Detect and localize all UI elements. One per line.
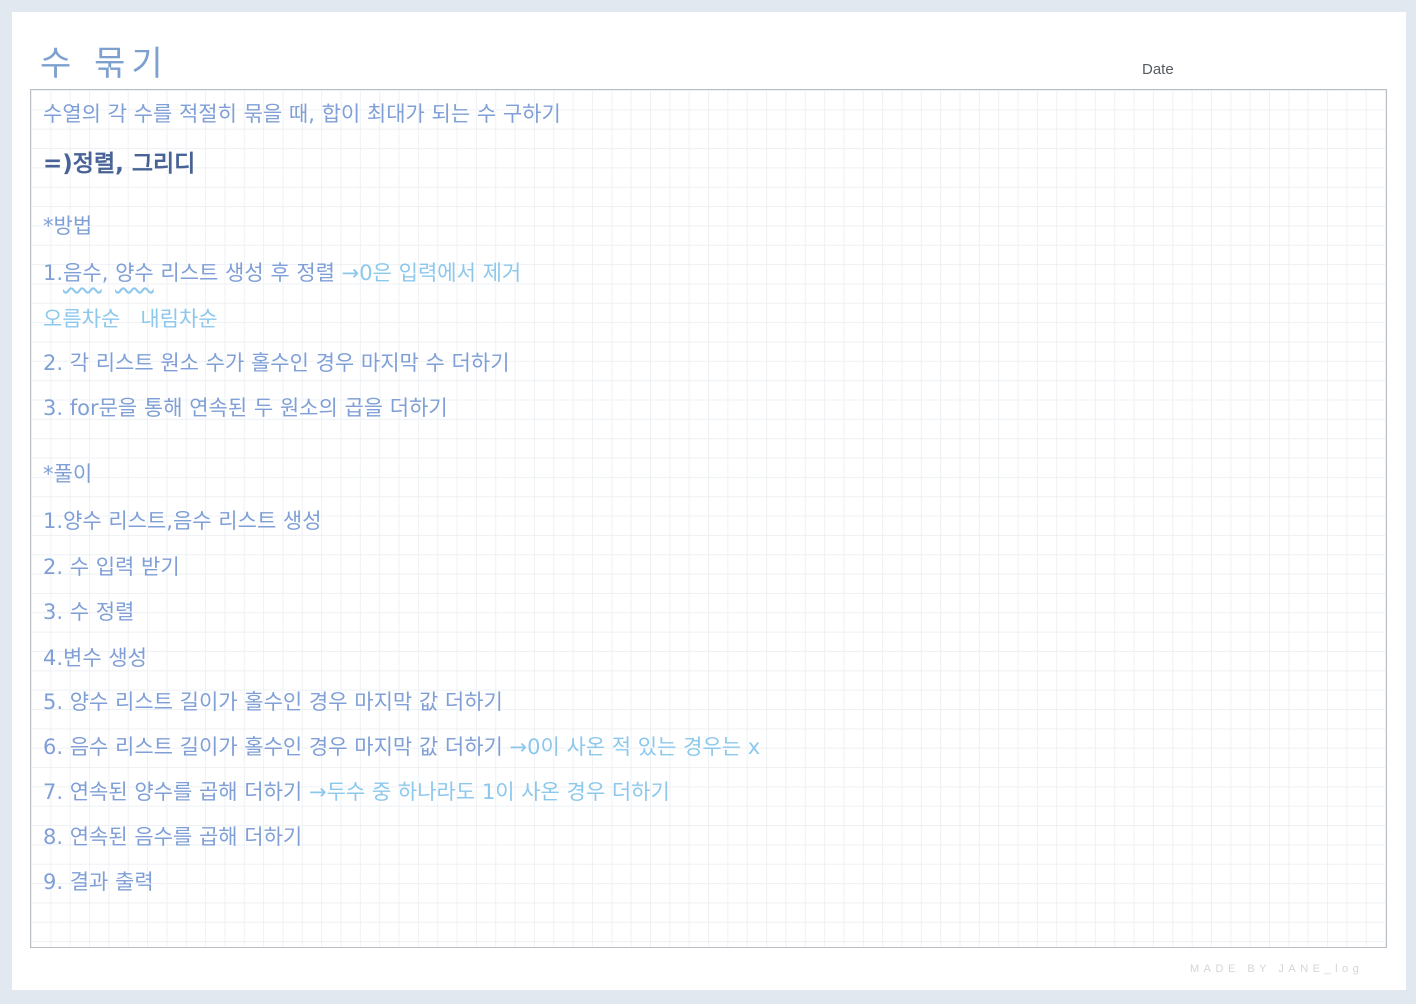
solution-heading: *풀이 xyxy=(43,462,93,486)
positive-word: 양수 xyxy=(115,261,154,285)
sort-note: 오름차순 내림차순 xyxy=(43,303,218,333)
separator: , xyxy=(101,261,109,285)
method-step-3: 3. for문을 통해 연속된 두 원소의 곱을 더하기 xyxy=(43,396,448,420)
step-6-note: 0이 사온 적 있는 경우는 x xyxy=(527,735,761,759)
solution-step-2: 2. 수 입력 받기 xyxy=(43,555,180,579)
solution-step-9: 9. 결과 출력 xyxy=(43,870,154,894)
intro-line: 수열의 각 수를 적절히 묶을 때, 합이 최대가 되는 수 구하기 xyxy=(43,102,561,126)
method-step-2: 2. 각 리스트 원소 수가 홀수인 경우 마지막 수 더하기 xyxy=(43,351,510,375)
negative-word: 음수 xyxy=(63,261,102,285)
step-7-note: 두수 중 하나라도 1이 사온 경우 더하기 xyxy=(326,780,670,804)
solution-step-4: 4.변수 생성 xyxy=(43,646,147,670)
page-title: 수 묶기 xyxy=(40,44,169,84)
ascending-note: 오름차순 xyxy=(43,307,121,331)
solution-step-7: 7. 연속된 양수를 곱해 더하기 →두수 중 하나라도 1이 사온 경우 더하… xyxy=(43,776,670,806)
arrow-icon: → xyxy=(308,780,327,804)
arrow-icon: → xyxy=(509,735,528,759)
descending-note: 내림차순 xyxy=(140,307,218,331)
solution-step-1: 1.양수 리스트,음수 리스트 생성 xyxy=(43,509,322,533)
solution-step-6: 6. 음수 리스트 길이가 홀수인 경우 마지막 값 더하기 →0이 사온 적 … xyxy=(43,731,760,761)
footer-credit: MADE BY JANE_log xyxy=(1190,963,1364,975)
solution-step-3: 3. 수 정렬 xyxy=(43,600,135,624)
grid-area: 수열의 각 수를 적절히 묶을 때, 합이 최대가 되는 수 구하기 =)정렬,… xyxy=(30,89,1387,948)
arrow-icon: → xyxy=(341,261,360,285)
category-line: =)정렬, 그리디 xyxy=(43,151,196,177)
step-1-text: 리스트 생성 후 정렬 xyxy=(160,261,335,285)
solution-step-5: 5. 양수 리스트 길이가 홀수인 경우 마지막 값 더하기 xyxy=(43,690,503,714)
step-6-text: 6. 음수 리스트 길이가 홀수인 경우 마지막 값 더하기 xyxy=(43,735,503,759)
note-sheet: 수 묶기 Date 수열의 각 수를 적절히 묶을 때, 합이 최대가 되는 수… xyxy=(12,12,1406,990)
solution-step-8: 8. 연속된 음수를 곱해 더하기 xyxy=(43,825,303,849)
date-label: Date xyxy=(1142,61,1174,78)
method-step-1: 1.음수, 양수 리스트 생성 후 정렬 →0은 입력에서 제거 xyxy=(43,257,521,287)
step-7-text: 7. 연속된 양수를 곱해 더하기 xyxy=(43,780,303,804)
step-1-note: 0은 입력에서 제거 xyxy=(359,261,522,285)
step-number: 1. xyxy=(43,261,64,285)
method-heading: *방법 xyxy=(43,214,93,238)
